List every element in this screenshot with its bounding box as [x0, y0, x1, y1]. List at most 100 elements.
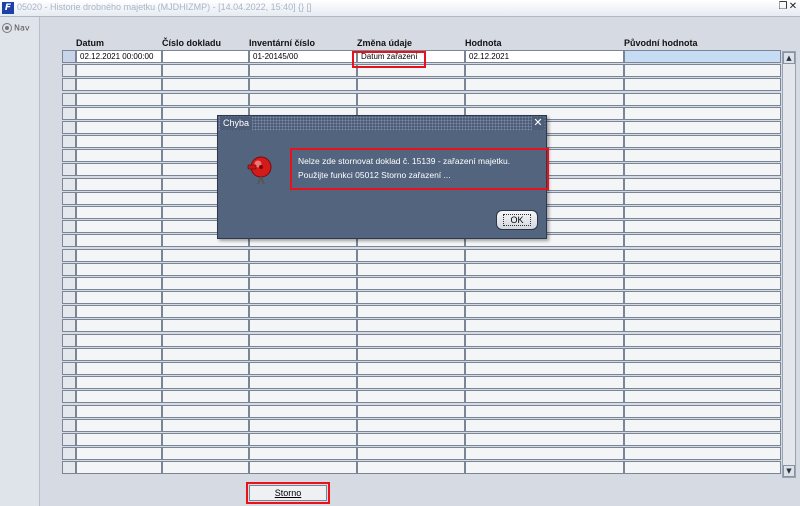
- table-cell[interactable]: [357, 461, 465, 475]
- table-cell[interactable]: [357, 92, 465, 106]
- table-cell[interactable]: [465, 248, 624, 262]
- table-cell[interactable]: [76, 149, 162, 163]
- table-cell[interactable]: [624, 404, 781, 418]
- table-cell[interactable]: [357, 291, 465, 305]
- table-cell[interactable]: [162, 276, 249, 290]
- table-cell[interactable]: [624, 305, 781, 319]
- table-cell[interactable]: [249, 262, 357, 276]
- table-cell[interactable]: [624, 361, 781, 375]
- row-indicator[interactable]: [62, 432, 76, 446]
- row-indicator[interactable]: [62, 64, 76, 78]
- row-indicator[interactable]: [62, 220, 76, 234]
- table-cell[interactable]: [465, 319, 624, 333]
- table-cell[interactable]: [624, 333, 781, 347]
- table-cell[interactable]: [357, 447, 465, 461]
- table-cell[interactable]: [76, 120, 162, 134]
- table-cell[interactable]: [357, 361, 465, 375]
- row-indicator[interactable]: [62, 376, 76, 390]
- table-cell[interactable]: [624, 220, 781, 234]
- table-cell[interactable]: Datum zařazení: [357, 50, 465, 63]
- table-cell[interactable]: [76, 191, 162, 205]
- table-cell[interactable]: [162, 418, 249, 432]
- row-indicator[interactable]: [62, 361, 76, 375]
- storno-button[interactable]: Storno: [249, 485, 327, 501]
- table-cell[interactable]: [624, 234, 781, 248]
- table-cell[interactable]: [76, 64, 162, 78]
- table-cell[interactable]: [357, 376, 465, 390]
- table-cell[interactable]: 01-20145/00: [249, 50, 357, 63]
- table-cell[interactable]: [624, 135, 781, 149]
- table-cell[interactable]: [624, 149, 781, 163]
- row-indicator[interactable]: [62, 191, 76, 205]
- table-cell[interactable]: [76, 163, 162, 177]
- table-cell[interactable]: [249, 361, 357, 375]
- row-indicator[interactable]: [62, 120, 76, 134]
- row-indicator[interactable]: [62, 347, 76, 361]
- table-cell[interactable]: [249, 276, 357, 290]
- row-indicator[interactable]: [62, 390, 76, 404]
- table-cell[interactable]: [357, 276, 465, 290]
- table-cell[interactable]: [76, 262, 162, 276]
- table-cell[interactable]: [76, 404, 162, 418]
- row-indicator[interactable]: [62, 78, 76, 92]
- table-cell[interactable]: [357, 390, 465, 404]
- table-cell[interactable]: [624, 432, 781, 446]
- table-cell[interactable]: [249, 319, 357, 333]
- table-cell[interactable]: [624, 276, 781, 290]
- scroll-up-icon[interactable]: ▲: [783, 52, 795, 64]
- row-indicator[interactable]: [62, 234, 76, 248]
- table-cell[interactable]: [76, 276, 162, 290]
- ok-button[interactable]: OK: [496, 210, 538, 230]
- row-indicator[interactable]: [62, 205, 76, 219]
- table-cell[interactable]: [249, 92, 357, 106]
- table-cell[interactable]: [357, 262, 465, 276]
- table-cell[interactable]: [357, 305, 465, 319]
- table-cell[interactable]: [624, 291, 781, 305]
- table-cell[interactable]: [162, 92, 249, 106]
- row-indicator[interactable]: [62, 262, 76, 276]
- table-cell[interactable]: [249, 248, 357, 262]
- row-indicator[interactable]: [62, 418, 76, 432]
- table-cell[interactable]: [162, 64, 249, 78]
- row-indicator[interactable]: [62, 305, 76, 319]
- table-cell[interactable]: [465, 447, 624, 461]
- row-indicator[interactable]: [62, 177, 76, 191]
- vertical-scrollbar[interactable]: ▲ ▼: [782, 51, 796, 478]
- scroll-down-icon[interactable]: ▼: [783, 465, 795, 477]
- row-indicator[interactable]: [62, 447, 76, 461]
- table-cell[interactable]: [76, 319, 162, 333]
- table-cell[interactable]: [76, 390, 162, 404]
- table-cell[interactable]: [465, 418, 624, 432]
- table-cell[interactable]: [624, 177, 781, 191]
- table-cell[interactable]: [624, 447, 781, 461]
- table-cell[interactable]: [162, 291, 249, 305]
- table-cell[interactable]: [624, 163, 781, 177]
- table-cell[interactable]: [357, 347, 465, 361]
- row-indicator[interactable]: [62, 291, 76, 305]
- table-cell[interactable]: [162, 390, 249, 404]
- table-cell[interactable]: [249, 333, 357, 347]
- row-indicator[interactable]: [62, 276, 76, 290]
- table-cell[interactable]: [76, 92, 162, 106]
- table-cell[interactable]: [624, 205, 781, 219]
- row-indicator[interactable]: [62, 92, 76, 106]
- table-cell[interactable]: [465, 64, 624, 78]
- table-cell[interactable]: [76, 347, 162, 361]
- table-cell[interactable]: [465, 361, 624, 375]
- table-cell[interactable]: [357, 64, 465, 78]
- table-cell[interactable]: [249, 305, 357, 319]
- table-cell[interactable]: [465, 78, 624, 92]
- table-cell[interactable]: [162, 432, 249, 446]
- row-indicator[interactable]: [62, 163, 76, 177]
- row-indicator[interactable]: [62, 135, 76, 149]
- table-cell[interactable]: [76, 106, 162, 120]
- table-cell[interactable]: [357, 418, 465, 432]
- table-cell[interactable]: 02.12.2021: [465, 50, 624, 63]
- table-cell[interactable]: [76, 205, 162, 219]
- row-indicator[interactable]: [62, 106, 76, 120]
- table-cell[interactable]: [624, 248, 781, 262]
- table-cell[interactable]: [624, 106, 781, 120]
- table-cell[interactable]: [465, 92, 624, 106]
- table-cell[interactable]: [249, 64, 357, 78]
- table-cell[interactable]: [357, 333, 465, 347]
